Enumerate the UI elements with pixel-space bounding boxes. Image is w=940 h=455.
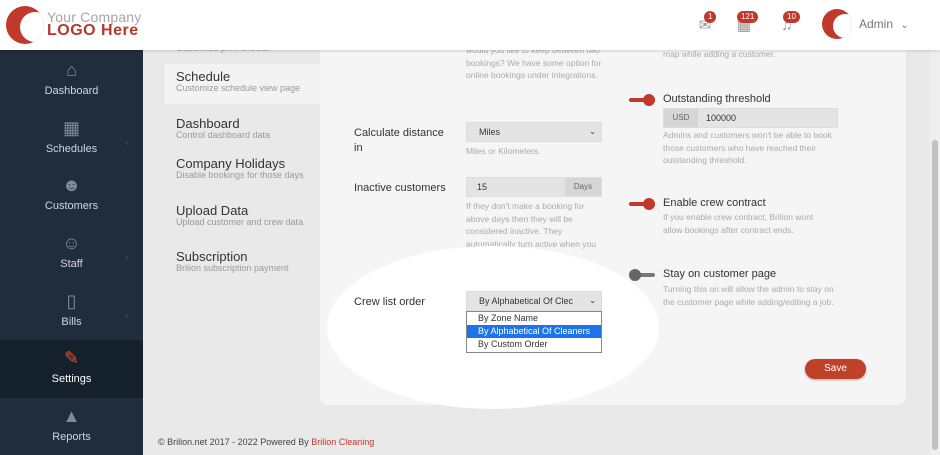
- users-icon: ☻: [62, 175, 81, 195]
- sidebar-item-label: Bills: [61, 316, 82, 328]
- envelope-icon[interactable]: ✉ 1: [696, 11, 717, 35]
- chevron-down-icon: ⌄: [900, 20, 909, 31]
- user-name: Admin: [859, 17, 894, 31]
- footer-text: © Brilion.net 2017 - 2022 Powered By: [158, 437, 309, 447]
- dropdown-option-custom[interactable]: By Custom Order: [467, 338, 601, 351]
- crew-order-dropdown: By Zone Name By Alphabetical Of Cleaners…: [466, 311, 602, 353]
- menu-item-schedule[interactable]: Schedule Customize schedule view page: [165, 64, 320, 104]
- crew-contract-help: If you enable crew contract, Brilion won…: [663, 212, 814, 235]
- menu-item-sub: Upload customer and crew data: [176, 217, 304, 227]
- sidebar-item-label: Staff: [60, 258, 83, 270]
- chevron-down-icon: ⌄: [589, 292, 596, 310]
- sidebar-item-bills[interactable]: ▯ Bills ‹: [0, 291, 143, 347]
- sidebar-item-label: Settings: [51, 373, 92, 385]
- chevron-left-icon: ‹: [125, 138, 128, 147]
- sidebar-item-schedules[interactable]: ▦ Schedules ‹: [0, 118, 143, 174]
- toggle-knob: [643, 198, 655, 210]
- distance-select[interactable]: Miles ⌄: [466, 122, 602, 142]
- threshold-help: Admins and customers won't be able to bo…: [663, 130, 832, 165]
- inactive-days-value: 15: [477, 182, 488, 192]
- footer: © Brilion.net 2017 - 2022 Powered By Bri…: [158, 437, 374, 447]
- bell-icon[interactable]: ♫ 10: [778, 11, 800, 35]
- sidebar-item-label: Reports: [52, 431, 91, 443]
- chevron-left-icon: ‹: [125, 253, 128, 262]
- toggle-knob: [643, 94, 655, 106]
- chart-icon: ▲: [62, 406, 81, 426]
- days-addon: Days: [565, 178, 601, 196]
- chevron-down-icon: ⌄: [589, 127, 596, 136]
- menu-item-sub: Customize schedule view page: [176, 83, 301, 93]
- logo-text-line2: LOGO Here: [47, 22, 139, 39]
- crew-order-label: Crew list order: [354, 296, 425, 308]
- staff-icon: ☺: [62, 233, 81, 253]
- crew-order-select[interactable]: By Alphabetical Of Clec ⌄: [466, 291, 602, 311]
- settings-submenu: Customise print sheets. Schedule Customi…: [165, 44, 320, 410]
- notification-badge: 1: [704, 11, 717, 23]
- scrollbar-thumb[interactable]: [932, 140, 938, 450]
- menu-item-title: Subscription: [176, 249, 248, 264]
- crew-order-value: By Alphabetical Of Clec: [479, 296, 574, 306]
- sidebar-item-label: Dashboard: [44, 85, 99, 97]
- stay-page-toggle[interactable]: [629, 269, 655, 281]
- sidebar-item-dashboard[interactable]: ⌂ Dashboard: [0, 60, 143, 116]
- calendar-icon: ▦: [62, 118, 80, 138]
- distance-label: Calculate distance in: [354, 127, 444, 154]
- notification-badge: 10: [783, 11, 800, 23]
- dropdown-option-alphabetical[interactable]: By Alphabetical Of Cleaners: [467, 325, 601, 338]
- menu-item-title: Company Holidays: [176, 156, 286, 171]
- inactive-label: Inactive customers: [354, 182, 446, 194]
- menu-item-dashboard[interactable]: Dashboard Control dashboard data: [165, 116, 320, 140]
- menu-item-company-holidays[interactable]: Company Holidays Disable bookings for th…: [165, 156, 320, 180]
- sidebar-item-label: Customers: [44, 200, 99, 212]
- menu-item-upload-data[interactable]: Upload Data Upload customer and crew dat…: [165, 203, 320, 227]
- sidebar-item-settings[interactable]: ✎ Settings: [0, 340, 143, 398]
- save-button[interactable]: Save: [805, 359, 866, 379]
- top-bar: Your Company LOGO Here ✉ 1 ▦ 121 ♫ 10 Ad…: [0, 0, 940, 50]
- threshold-label: Outstanding threshold: [663, 93, 771, 105]
- sidebar: ⌂ Dashboard ▦ Schedules ‹ ☻ Customers ☺ …: [0, 50, 143, 455]
- user-avatar[interactable]: [822, 9, 852, 39]
- toggle-knob: [629, 269, 641, 281]
- sidebar-item-reports[interactable]: ▲ Reports: [0, 406, 143, 455]
- wrench-icon: ✎: [63, 348, 80, 368]
- notification-badge: 121: [737, 11, 759, 23]
- distance-value: Miles: [479, 127, 501, 137]
- sidebar-item-customers[interactable]: ☻ Customers: [0, 175, 143, 231]
- stay-page-label: Stay on customer page: [663, 268, 777, 280]
- menu-item-sub: Control dashboard data: [176, 130, 271, 140]
- menu-item-sub: Brilion subscription payment: [176, 263, 289, 273]
- stay-page-help: Turning this on will allow the admin to …: [663, 284, 834, 307]
- menu-item-title: Schedule: [176, 69, 231, 84]
- distance-help: Miles or Kilometers.: [466, 146, 541, 156]
- calendar-icon[interactable]: ▦ 121: [735, 11, 759, 35]
- chevron-left-icon: ‹: [125, 311, 128, 320]
- menu-item-title: Upload Data: [176, 203, 249, 218]
- crew-contract-toggle[interactable]: [629, 198, 655, 210]
- dropdown-option-zone[interactable]: By Zone Name: [467, 312, 601, 325]
- company-logo-icon[interactable]: [6, 6, 44, 44]
- file-icon: ▯: [66, 291, 77, 311]
- crew-contract-label: Enable crew contract: [663, 197, 766, 209]
- menu-item-title: Dashboard: [176, 116, 240, 131]
- sidebar-item-staff[interactable]: ☺ Staff ‹: [0, 233, 143, 289]
- sidebar-item-label: Schedules: [45, 143, 98, 155]
- footer-brand-link[interactable]: Brilion Cleaning: [311, 437, 374, 447]
- user-menu[interactable]: Admin ⌄: [859, 17, 909, 31]
- home-icon: ⌂: [66, 60, 77, 80]
- threshold-value: 100000: [706, 113, 737, 123]
- menu-item-subscription[interactable]: Subscription Brilion subscription paymen…: [165, 249, 320, 273]
- menu-item-sub: Disable bookings for those days: [176, 170, 304, 180]
- threshold-toggle[interactable]: [629, 94, 655, 106]
- currency-addon: USD: [664, 109, 698, 127]
